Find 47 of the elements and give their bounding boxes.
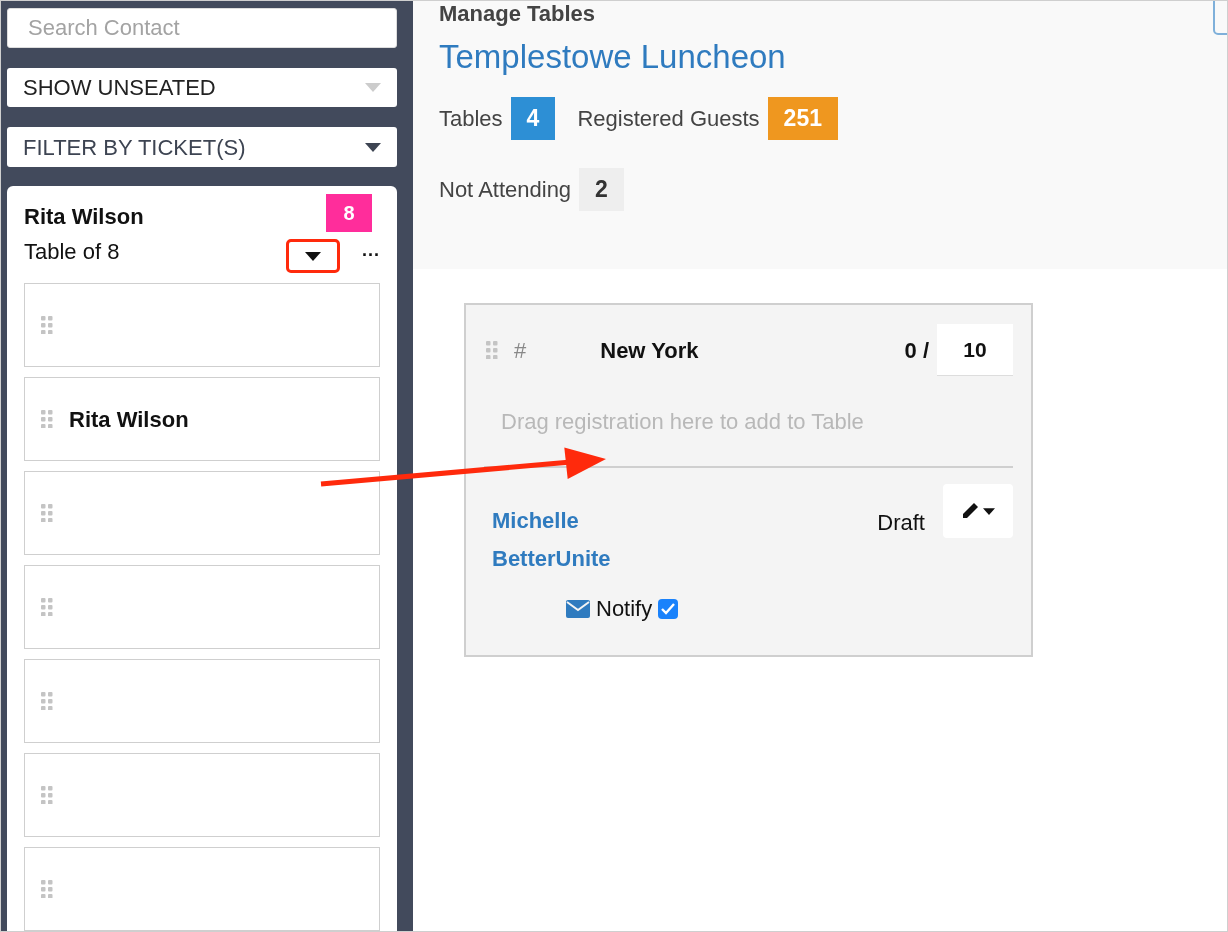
capacity-field[interactable]: 10 [937,324,1013,376]
envelope-icon [566,599,590,618]
caret-icon [365,142,381,152]
drag-handle-icon[interactable] [41,410,53,428]
seat-slot[interactable] [24,565,380,649]
seat-slot[interactable] [24,847,380,931]
notify-label: Notify [596,595,653,623]
stat-label: Registered Guests [577,105,760,133]
count-badge: 8 [326,194,372,232]
drag-handle-icon[interactable] [486,341,498,359]
drag-handle-icon[interactable] [41,880,53,898]
notify-checkbox[interactable] [658,598,679,619]
more-button[interactable]: ... [362,237,380,264]
stat-label: Tables [439,105,503,133]
caret-icon [365,82,381,92]
seat-slot[interactable] [24,471,380,555]
event-title[interactable]: Templestowe Luncheon [439,37,1227,77]
seat-slot[interactable]: Rita Wilson [24,377,380,461]
count-badge: 2 [579,168,624,211]
expand-button[interactable] [286,239,340,273]
count-badge: 4 [510,97,556,140]
drag-handle-icon[interactable] [41,598,53,616]
search-field[interactable]: Search Contact [7,8,397,48]
guest-name: Rita Wilson [69,405,189,434]
drag-handle-icon[interactable] [41,692,53,710]
guest-link[interactable]: Michelle BetterUnite [492,502,642,578]
dropdown[interactable]: FILTER BY TICKET(S) [7,127,397,167]
edit-button[interactable] [943,484,1013,538]
caret-icon [305,251,321,261]
table-name: New York [600,336,700,365]
seat-slot[interactable] [24,659,380,743]
pencil-icon [961,502,979,520]
count-badge: 251 [767,97,838,140]
seat-slot[interactable] [24,283,380,367]
group-name: Rita Wilson [24,203,144,231]
table-number: # [514,336,527,365]
seat-slot[interactable] [24,753,380,837]
drag-handle-icon[interactable] [41,786,53,804]
page-heading: Manage Tables [439,1,596,27]
group-subtitle: Table of 8 [24,238,121,266]
drag-handle-icon[interactable] [41,316,53,334]
stat-label: Not Attending [439,176,572,204]
caret-icon [983,507,995,515]
drag-handle-icon[interactable] [41,504,53,522]
seat-count: 0 / [904,336,929,365]
status-text: Draft [877,509,925,537]
drop-hint: Drag registration here to add to Table [501,408,865,436]
